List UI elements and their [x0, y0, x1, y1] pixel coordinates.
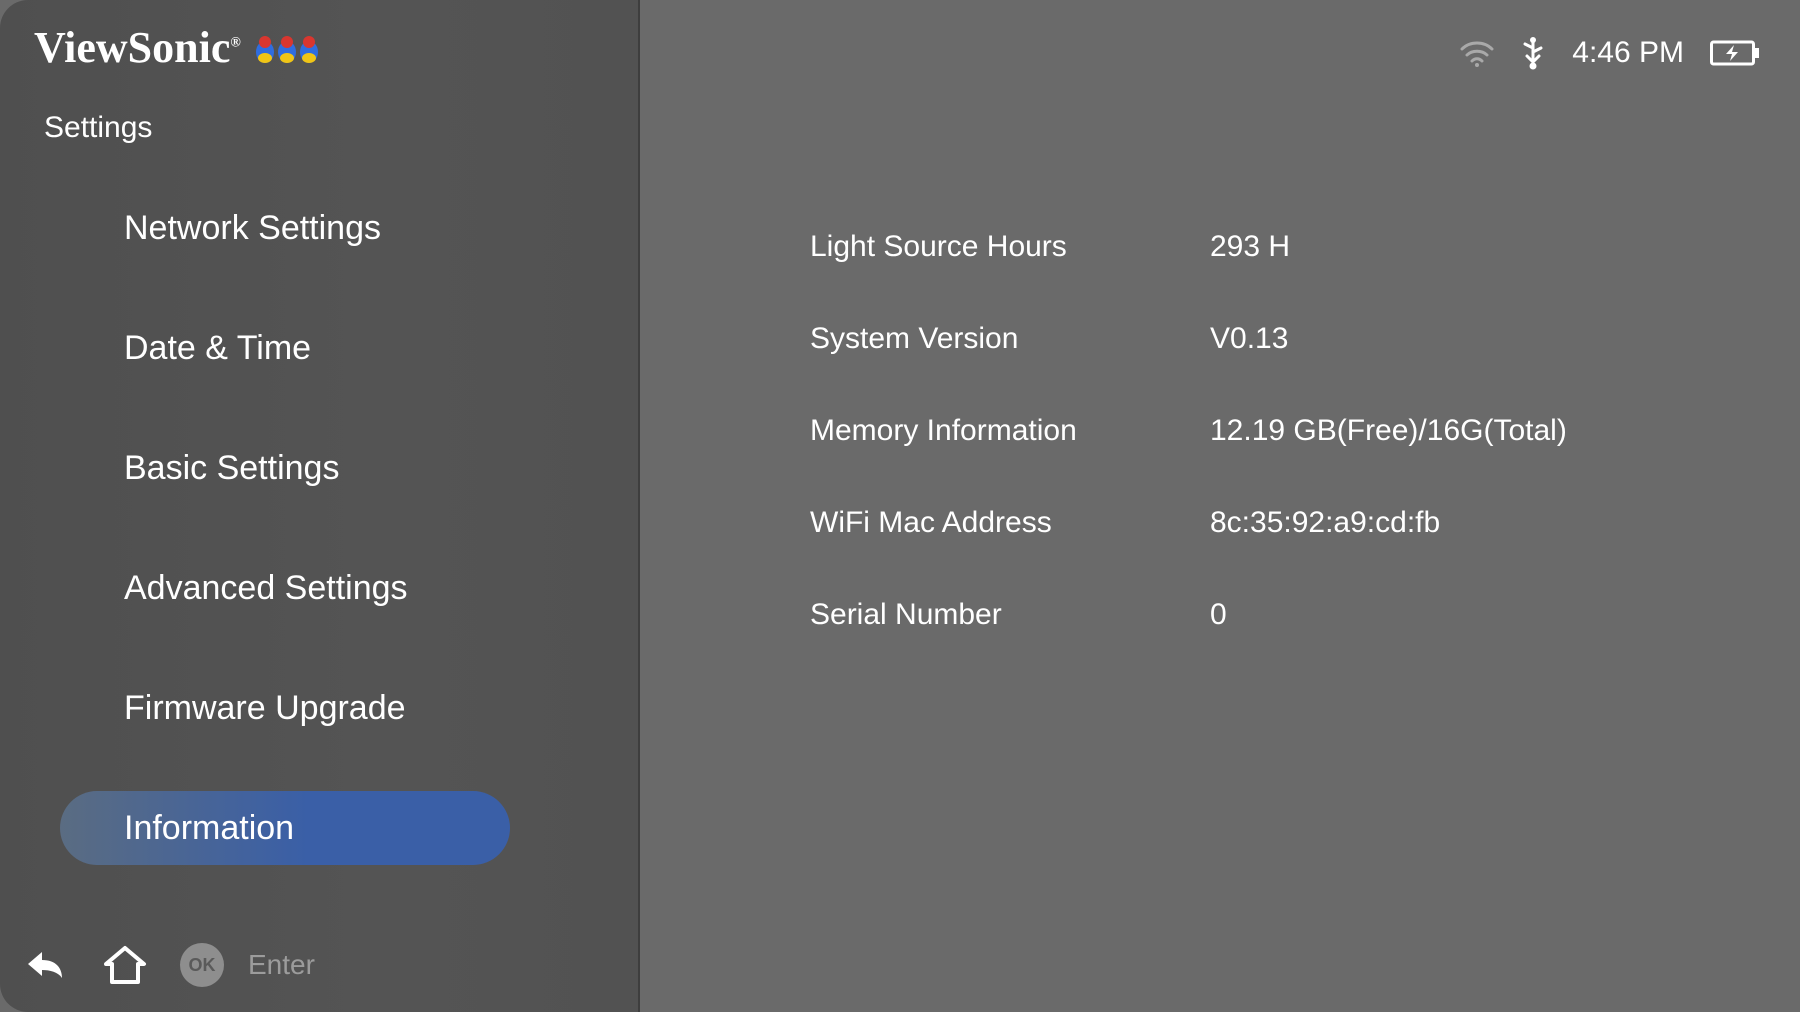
information-list: Light Source Hours 293 H System Version … — [640, 230, 1760, 632]
info-label: WiFi Mac Address — [810, 506, 1210, 540]
clock: 4:46 PM — [1572, 36, 1684, 70]
brand-logo: ViewSonic® — [0, 22, 638, 73]
sidebar: ViewSonic® — [0, 0, 640, 1012]
menu-label: Firmware Upgrade — [124, 689, 406, 728]
info-row-serial: Serial Number 0 — [810, 598, 1760, 632]
info-value: 293 H — [1210, 230, 1290, 264]
menu-label: Advanced Settings — [124, 569, 408, 608]
ok-icon[interactable]: OK — [180, 943, 224, 987]
menu-label: Basic Settings — [124, 449, 339, 488]
enter-label: Enter — [248, 949, 315, 981]
info-value: 0 — [1210, 598, 1227, 632]
settings-menu: Network Settings Date & Time Basic Setti… — [0, 191, 638, 865]
menu-label: Information — [124, 809, 294, 848]
menu-item-advanced-settings[interactable]: Advanced Settings — [70, 551, 638, 625]
info-label: System Version — [810, 322, 1210, 356]
main-panel: 4:46 PM Light Source Hours 293 H System … — [640, 0, 1800, 1012]
page-title: Settings — [0, 111, 638, 145]
bottom-nav: OK Enter — [20, 940, 315, 990]
battery-charging-icon — [1710, 39, 1760, 67]
brand-text: ViewSonic® — [34, 22, 241, 73]
birds-icon — [251, 28, 323, 68]
info-row-memory: Memory Information 12.19 GB(Free)/16G(To… — [810, 414, 1760, 448]
info-row-system-version: System Version V0.13 — [810, 322, 1760, 356]
menu-item-network-settings[interactable]: Network Settings — [70, 191, 638, 265]
info-label: Serial Number — [810, 598, 1210, 632]
menu-item-date-time[interactable]: Date & Time — [70, 311, 638, 385]
menu-item-basic-settings[interactable]: Basic Settings — [70, 431, 638, 505]
home-icon[interactable] — [100, 940, 150, 990]
info-value: V0.13 — [1210, 322, 1288, 356]
usb-icon — [1520, 36, 1546, 70]
ok-label: OK — [189, 955, 216, 976]
menu-label: Network Settings — [124, 209, 381, 248]
status-bar: 4:46 PM — [1460, 36, 1760, 70]
info-value: 8c:35:92:a9:cd:fb — [1210, 506, 1440, 540]
info-row-wifi-mac: WiFi Mac Address 8c:35:92:a9:cd:fb — [810, 506, 1760, 540]
info-label: Memory Information — [810, 414, 1210, 448]
back-icon[interactable] — [20, 940, 70, 990]
wifi-icon — [1460, 39, 1494, 67]
menu-item-information[interactable]: Information — [60, 791, 510, 865]
info-label: Light Source Hours — [810, 230, 1210, 264]
info-row-light-source: Light Source Hours 293 H — [810, 230, 1760, 264]
menu-label: Date & Time — [124, 329, 311, 368]
menu-item-firmware-upgrade[interactable]: Firmware Upgrade — [70, 671, 638, 745]
info-value: 12.19 GB(Free)/16G(Total) — [1210, 414, 1567, 448]
